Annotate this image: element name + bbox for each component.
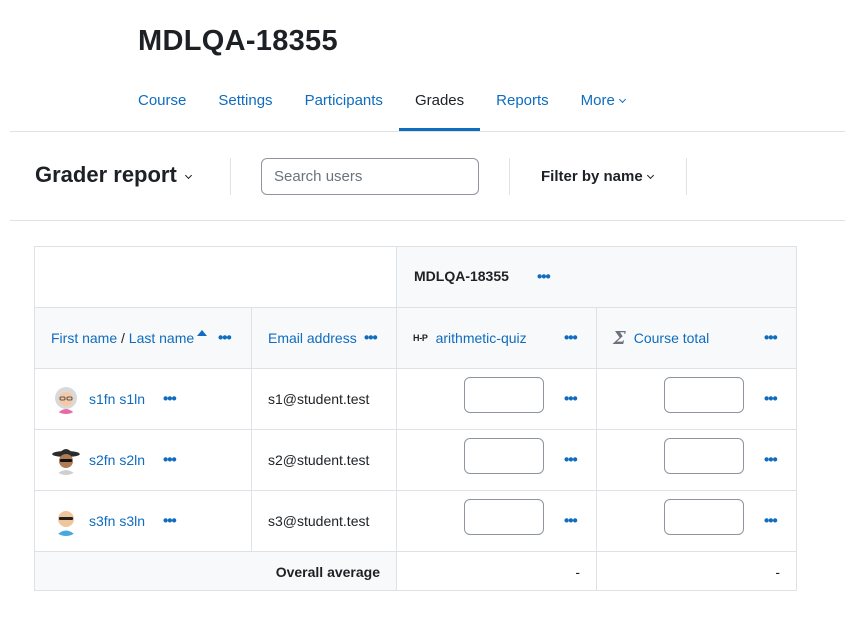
- total-input[interactable]: [664, 499, 744, 535]
- total-input[interactable]: [664, 438, 744, 474]
- toolbar-divider: [509, 158, 510, 195]
- avatar-bald-sunglasses-icon: [56, 511, 76, 536]
- nav-participants[interactable]: Participants: [289, 82, 399, 131]
- user-cell: s1fn s1ln: [34, 368, 252, 430]
- average-total-cell: -: [596, 551, 797, 591]
- name-column-header: First name / Last name: [34, 307, 252, 369]
- course-title: MDLQA-18355: [138, 25, 338, 57]
- user-name-link[interactable]: s3fn s3ln: [89, 513, 145, 529]
- email-cell: s2@student.test: [251, 429, 397, 491]
- table-row: s3fn s3ln s3@student.test: [34, 490, 797, 552]
- nav-course[interactable]: Course: [122, 82, 202, 131]
- avatar-grey-hair-glasses-icon: [55, 387, 77, 414]
- category-header-cell: MDLQA-18355: [396, 246, 797, 308]
- email-cell: s3@student.test: [251, 490, 397, 552]
- sort-first-name-link[interactable]: First name: [51, 330, 117, 346]
- grade-cell: [396, 429, 597, 491]
- sort-email-link[interactable]: Email address: [268, 330, 357, 346]
- nav-more[interactable]: More: [565, 82, 641, 131]
- overall-average-label: Overall average: [275, 564, 380, 580]
- average-activity-cell: -: [396, 551, 597, 591]
- nav-grades[interactable]: Grades: [398, 82, 481, 131]
- filter-by-name-button[interactable]: Filter by name: [541, 168, 654, 185]
- total-cell: [596, 429, 797, 491]
- total-cell: [596, 368, 797, 430]
- sort-ascending-icon: [197, 330, 208, 336]
- table-row: s1fn s1ln s1@student.test: [34, 368, 797, 430]
- empty-header-cell: [34, 246, 397, 308]
- chevron-down-icon: [646, 171, 654, 180]
- average-label-cell: Overall average: [34, 551, 397, 591]
- chevron-down-icon: [184, 171, 192, 180]
- category-actions-menu[interactable]: [537, 270, 550, 285]
- total-actions-menu[interactable]: [764, 392, 777, 407]
- user-name-link[interactable]: s2fn s2ln: [89, 452, 145, 468]
- email-text: s3@student.test: [268, 513, 370, 529]
- nav-settings[interactable]: Settings: [202, 82, 288, 131]
- name-column-actions-menu[interactable]: [218, 331, 231, 346]
- average-activity-value: -: [575, 564, 580, 580]
- user-actions-menu[interactable]: [163, 453, 176, 468]
- nav-course-label: Course: [138, 92, 187, 109]
- total-input[interactable]: [664, 377, 744, 413]
- nav-reports-label: Reports: [496, 92, 549, 109]
- user-name-link[interactable]: s1fn s1ln: [89, 391, 145, 407]
- grade-input[interactable]: [464, 438, 544, 474]
- grader-table: MDLQA-18355 First name / Last name Email…: [34, 246, 797, 591]
- average-row: Overall average - -: [34, 551, 797, 591]
- grade-cell: [396, 368, 597, 430]
- email-text: s2@student.test: [268, 452, 370, 468]
- nav-participants-label: Participants: [304, 92, 383, 109]
- sigma-icon: Σ: [613, 327, 626, 349]
- filter-label: Filter by name: [541, 168, 643, 185]
- sort-last-name-link[interactable]: Last name: [129, 330, 194, 346]
- chevron-down-icon: [618, 95, 626, 104]
- email-column-header: Email address: [251, 307, 397, 369]
- total-column-actions-menu[interactable]: [764, 331, 777, 346]
- grade-input[interactable]: [464, 377, 544, 413]
- avatar-black-hat-sunglasses-icon: [52, 449, 80, 475]
- toolbar-divider-bottom: [10, 220, 845, 221]
- user-cell: s2fn s2ln: [34, 429, 252, 491]
- grade-input[interactable]: [464, 499, 544, 535]
- email-column-actions-menu[interactable]: [364, 331, 377, 346]
- grade-actions-menu[interactable]: [564, 392, 577, 407]
- report-selector[interactable]: Grader report: [35, 162, 192, 188]
- name-separator: /: [117, 330, 129, 346]
- activity-link[interactable]: arithmetic-quiz: [436, 330, 527, 346]
- course-total-link[interactable]: Course total: [634, 330, 709, 346]
- activity-column-header: H-P arithmetic-quiz: [396, 307, 597, 369]
- nav-grades-label: Grades: [414, 92, 465, 109]
- table-row: s2fn s2ln s2@student.test: [34, 429, 797, 491]
- nav-divider: [10, 131, 845, 132]
- nav-more-label: More: [580, 92, 615, 109]
- h5p-activity-icon: H-P: [413, 333, 428, 343]
- grade-cell: [396, 490, 597, 552]
- average-total-value: -: [775, 564, 780, 580]
- user-cell: s3fn s3ln: [34, 490, 252, 552]
- email-text: s1@student.test: [268, 391, 370, 407]
- activity-column-actions-menu[interactable]: [564, 331, 577, 346]
- toolbar-divider: [686, 158, 687, 195]
- nav-reports[interactable]: Reports: [480, 82, 565, 131]
- nav-settings-label: Settings: [218, 92, 273, 109]
- grade-actions-menu[interactable]: [564, 514, 577, 529]
- report-title: Grader report: [35, 162, 177, 187]
- user-actions-menu[interactable]: [163, 514, 176, 529]
- total-column-header: Σ Course total: [596, 307, 797, 369]
- email-cell: s1@student.test: [251, 368, 397, 430]
- category-name: MDLQA-18355: [414, 268, 509, 284]
- total-actions-menu[interactable]: [764, 514, 777, 529]
- total-actions-menu[interactable]: [764, 453, 777, 468]
- total-cell: [596, 490, 797, 552]
- search-users-input[interactable]: [261, 158, 479, 195]
- toolbar-divider: [230, 158, 231, 195]
- grade-actions-menu[interactable]: [564, 453, 577, 468]
- user-actions-menu[interactable]: [163, 392, 176, 407]
- course-nav: Course Settings Participants Grades Repo…: [122, 82, 641, 132]
